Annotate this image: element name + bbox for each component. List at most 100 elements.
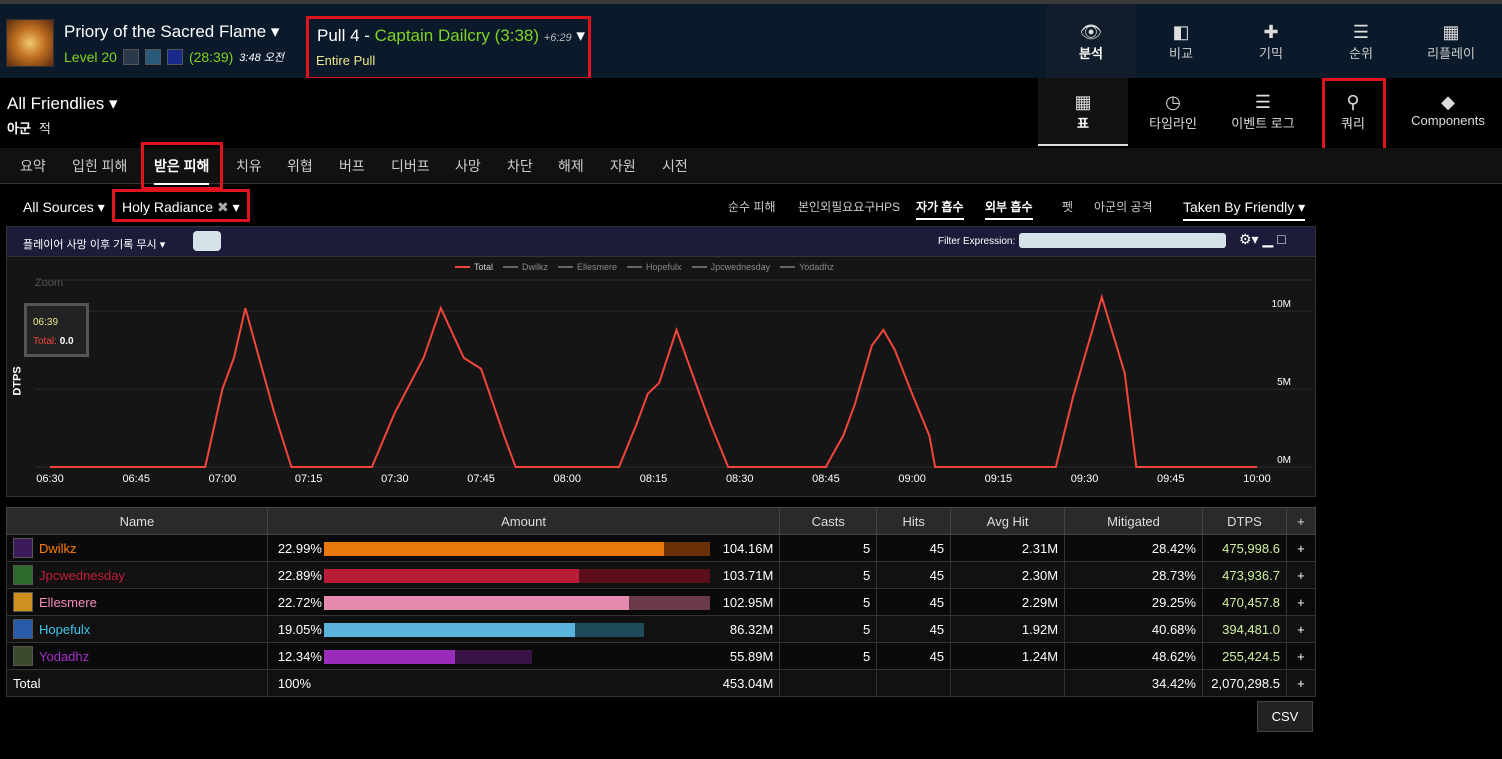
mode-hps-needed[interactable]: 본인외필요요구HPS: [798, 198, 900, 215]
tab-allies[interactable]: 아군: [7, 121, 31, 136]
table-row[interactable]: Ellesmere 22.72% 102.95M 5 45 2.29M 29.25% 470,…: [6, 588, 1317, 616]
expand-button[interactable]: +: [1285, 642, 1317, 670]
mode-raw-damage[interactable]: 순수 피해: [728, 198, 776, 215]
col-avg-hit[interactable]: Avg Hit: [950, 507, 1066, 535]
hits-cell: 45: [876, 588, 952, 616]
player-name[interactable]: Jpcwednesday: [39, 568, 125, 583]
player-name[interactable]: Hopefulx: [39, 622, 90, 637]
view-table[interactable]: ▦ 표: [1038, 78, 1128, 146]
player-cell[interactable]: Yodadhz: [6, 642, 268, 670]
nav-analyze[interactable]: 👁 분석: [1046, 4, 1136, 82]
tab-enemies[interactable]: 적: [39, 121, 51, 136]
sources-dropdown[interactable]: All Sources ▾: [23, 199, 105, 216]
friendly-selector[interactable]: All Friendlies ▾: [7, 94, 118, 114]
taken-by-dropdown[interactable]: Taken By Friendly ▾: [1183, 199, 1306, 221]
player-cell[interactable]: Jpcwednesday: [6, 561, 268, 589]
dtps-cell: 394,481.0: [1201, 615, 1287, 643]
class-spec-icon: [13, 592, 33, 612]
total-casts: [779, 669, 878, 697]
affix-icon: [122, 49, 139, 65]
mode-self-absorb[interactable]: 자가 흡수: [916, 198, 964, 220]
expand-button[interactable]: +: [1285, 615, 1317, 643]
tab-debuffs[interactable]: 디버프: [391, 156, 430, 176]
dtps-cell: 470,457.8: [1201, 588, 1287, 616]
tooltip-value: Total: 0.0: [33, 336, 74, 347]
dtps-cell: 255,424.5: [1201, 642, 1287, 670]
chevron-down-icon: ▾: [576, 26, 585, 45]
expand-button[interactable]: +: [1285, 669, 1317, 697]
tab-bar: 요약 입힌 피해 받은 피해 치유 위협 버프 디버프 사망 차단 해제 자원 …: [0, 148, 1502, 185]
chart-plot[interactable]: 10M 5M 0M 06:30 06:45 07:00 07:15 07:30 07:45 08:…: [7, 227, 1315, 496]
view-bar: All Friendlies ▾ 아군 적 ▦ 표 ◷ 타임라인 ☰ 이벤트 로그 ⚲ 쿼…: [0, 78, 1502, 148]
tab-summary[interactable]: 요약: [20, 156, 46, 176]
view-timeline[interactable]: ◷ 타임라인: [1128, 78, 1218, 146]
expand-button[interactable]: +: [1285, 534, 1317, 562]
tab-interrupts[interactable]: 차단: [507, 156, 533, 176]
x-tick-label: 08:45: [812, 473, 840, 485]
player-cell[interactable]: Hopefulx: [6, 615, 268, 643]
table-row[interactable]: Yodadhz 12.34% 55.89M 5 45 1.24M 48.62% 255,424…: [6, 642, 1317, 670]
avg-hit-cell: 1.24M: [950, 642, 1066, 670]
table-row[interactable]: Jpcwednesday 22.89% 103.71M 5 45 2.30M 28.73% 4…: [6, 561, 1317, 589]
tab-threat[interactable]: 위협: [287, 156, 313, 176]
amount-percent: 22.99%: [277, 541, 322, 556]
nav-compare[interactable]: ◧ 비교: [1136, 4, 1226, 82]
class-spec-icon: [13, 646, 33, 666]
tab-deaths[interactable]: 사망: [455, 156, 481, 176]
tab-casts[interactable]: 시전: [662, 156, 688, 176]
zone-icon: [6, 19, 54, 67]
tab-damage-done[interactable]: 입힌 피해: [72, 156, 127, 176]
nav-rankings[interactable]: ☰ 순위: [1316, 4, 1406, 82]
tab-buffs[interactable]: 버프: [339, 156, 365, 176]
col-amount[interactable]: Amount: [266, 507, 781, 535]
dtps-chart: 플레이어 사망 이후 기록 무시 ▾ Filter Expression: ⚙▾…: [6, 226, 1316, 497]
amount-percent: 22.89%: [277, 568, 322, 583]
player-name[interactable]: Ellesmere: [39, 595, 97, 610]
mode-external-absorb[interactable]: 외부 흡수: [985, 198, 1033, 220]
run-duration: (28:39): [188, 49, 234, 65]
player-name[interactable]: Dwilkz: [39, 541, 77, 556]
col-mitigated[interactable]: Mitigated: [1064, 507, 1203, 535]
view-components[interactable]: ◆ Components: [1396, 78, 1500, 146]
player-cell[interactable]: Dwilkz: [6, 534, 268, 562]
highlight-query: [1322, 78, 1386, 152]
view-events[interactable]: ☰ 이벤트 로그: [1218, 78, 1308, 146]
col-add[interactable]: +: [1285, 507, 1317, 535]
mode-pets[interactable]: 펫: [1062, 198, 1073, 215]
col-name[interactable]: Name: [6, 507, 268, 535]
table-row[interactable]: Hopefulx 19.05% 86.32M 5 45 1.92M 40.68% 394,48…: [6, 615, 1317, 643]
amount-bar: [323, 542, 664, 556]
zone-selector[interactable]: Priory of the Sacred Flame ▾: [64, 22, 279, 42]
csv-button[interactable]: CSV: [1257, 701, 1313, 732]
col-casts[interactable]: Casts: [779, 507, 878, 535]
amount-cell: 22.99% 104.16M: [266, 534, 781, 562]
x-tick-label: 07:30: [381, 473, 409, 485]
mode-friendly-fire[interactable]: 아군의 공격: [1094, 198, 1153, 215]
table-row[interactable]: Dwilkz 22.99% 104.16M 5 45 2.31M 28.42% 475,998…: [6, 534, 1317, 562]
amount-value: 104.16M: [722, 541, 774, 556]
mitigated-cell: 48.62%: [1064, 642, 1203, 670]
player-cell[interactable]: Ellesmere: [6, 588, 268, 616]
col-hits[interactable]: Hits: [876, 507, 952, 535]
pull-selector[interactable]: Pull 4 - Captain Dailcry (3:38) +6:29 ▾ …: [306, 16, 591, 80]
amount-cell: 19.05% 86.32M: [266, 615, 781, 643]
mitigated-cell: 28.42%: [1064, 534, 1203, 562]
pull-subtitle: Entire Pull: [316, 53, 376, 68]
total-mitigated: 34.42%: [1064, 669, 1203, 697]
top-bar: Priory of the Sacred Flame ▾ Level 20 (2…: [0, 0, 1502, 82]
tab-healing[interactable]: 치유: [236, 156, 262, 176]
expand-button[interactable]: +: [1285, 561, 1317, 589]
tab-resources[interactable]: 자원: [610, 156, 636, 176]
expand-button[interactable]: +: [1285, 588, 1317, 616]
col-dtps[interactable]: DTPS: [1201, 507, 1287, 535]
x-tick-label: 09:15: [985, 473, 1013, 485]
nav-replay[interactable]: ▦ 리플레이: [1406, 4, 1496, 82]
tab-dispels[interactable]: 해제: [558, 156, 584, 176]
highlight-ability-filter: [112, 189, 250, 222]
amount-bar-remainder: [663, 542, 710, 556]
amount-bar-remainder: [455, 650, 533, 664]
film-icon: ▦: [1442, 22, 1460, 42]
player-name[interactable]: Yodadhz: [39, 649, 89, 664]
avg-hit-cell: 2.29M: [950, 588, 1066, 616]
nav-mechanics[interactable]: ✚ 기믹: [1226, 4, 1316, 82]
